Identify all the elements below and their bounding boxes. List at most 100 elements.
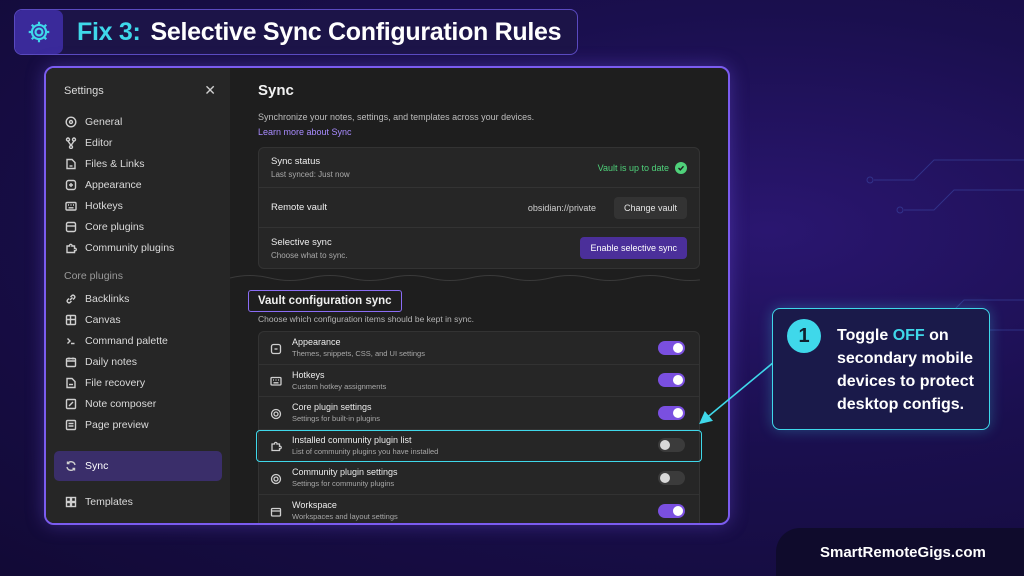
remote-vault-value: obsidian://private (527, 202, 596, 213)
vault-config-description: Choose which configuration items should … (258, 314, 474, 324)
sidebar-item-appearance[interactable]: Appearance (54, 174, 222, 195)
sidebar-item-label: Editor (85, 136, 113, 149)
sidebar-title: Settings (64, 84, 104, 97)
selective-sync-subtitle: Choose what to sync. (271, 250, 348, 260)
callout-highlight: OFF (892, 327, 925, 344)
gear-icon (15, 10, 63, 54)
sidebar-item-canvas[interactable]: Canvas (54, 309, 222, 330)
panel-description: Synchronize your notes, settings, and te… (258, 112, 535, 122)
item-subtitle: Custom hotkey assignments (292, 381, 387, 391)
site-footer: SmartRemoteGigs.com (776, 528, 1024, 576)
appearance-toggle[interactable] (658, 340, 685, 355)
file-recovery-icon (64, 376, 78, 390)
gear-icon (270, 472, 282, 484)
item-subtitle: Settings for community plugins (292, 479, 395, 489)
selective-sync-row: Selective sync Choose what to sync. Enabl… (259, 228, 699, 268)
sidebar-header: Settings ✕ (46, 68, 230, 105)
sync-status-row: Sync status Last synced: Just now Vault i… (259, 148, 699, 188)
sidebar-item-sync[interactable]: Sync (54, 451, 222, 481)
item-title: Installed community plugin list (292, 434, 412, 445)
sidebar-item-hotkeys[interactable]: Hotkeys (54, 195, 222, 216)
list-item: Community plugin settings Settings for co… (259, 462, 699, 495)
tip-callout: 1 Toggle OFF on secondary mobile devices… (772, 308, 990, 430)
vault-config-list: Appearance Themes, snippets, CSS, and UI … (256, 331, 702, 523)
options-nav: General Editor Files & Links Appearance … (46, 111, 230, 258)
selective-sync-title: Selective sync (271, 236, 332, 248)
item-title: Appearance (292, 337, 341, 348)
item-subtitle: List of community plugins you have insta… (292, 446, 439, 456)
sidebar-item-label: Canvas (85, 313, 121, 326)
list-item: Core plugin settings Settings for built-i… (259, 397, 699, 430)
puzzle-icon (64, 241, 78, 255)
community-plugin-settings-toggle[interactable] (658, 470, 685, 485)
sidebar-item-page-preview[interactable]: Page preview (54, 414, 222, 435)
settings-window: Settings ✕ General Editor Files & Links … (44, 66, 730, 525)
sidebar-item-file-recovery[interactable]: File recovery (54, 372, 222, 393)
site-url: SmartRemoteGigs.com (820, 543, 986, 561)
item-subtitle: Settings for built-in plugins (292, 414, 380, 424)
workspace-toggle[interactable] (658, 503, 685, 518)
step-number: 1 (787, 319, 821, 353)
list-item: Hotkeys Custom hotkey assignments (259, 365, 699, 397)
sidebar-item-label: General (85, 115, 123, 128)
item-subtitle: Workspaces and layout settings (292, 512, 398, 522)
canvas-icon (64, 313, 78, 327)
core-plugins-section-label: Core plugins (64, 270, 123, 282)
sidebar-item-label: Community plugins (85, 241, 175, 254)
sidebar-item-templates[interactable]: Templates (54, 491, 222, 512)
preview-icon (64, 418, 78, 432)
sync-status-title: Sync status (271, 156, 321, 167)
backlink-icon (64, 292, 78, 306)
compose-icon (64, 397, 78, 411)
item-title: Community plugin settings (292, 467, 398, 478)
sidebar-item-files-links[interactable]: Files & Links (54, 153, 222, 174)
enable-selective-sync-button[interactable]: Enable selective sync (580, 237, 687, 259)
sidebar-item-note-composer[interactable]: Note composer (54, 393, 222, 414)
vault-config-title: Vault configuration sync (248, 290, 402, 312)
title-text: Selective Sync Configuration Rules (150, 17, 562, 46)
sidebar-item-community-plugins[interactable]: Community plugins (54, 237, 222, 258)
close-icon[interactable]: ✕ (204, 82, 216, 99)
sidebar-item-backlinks[interactable]: Backlinks (54, 288, 222, 309)
file-link-icon (64, 157, 78, 171)
workspace-icon (270, 505, 282, 517)
remote-vault-row: Remote vault obsidian://private Change va… (259, 188, 699, 228)
core-plugin-settings-toggle[interactable] (658, 405, 685, 420)
settings-sidebar: Settings ✕ General Editor Files & Links … (46, 68, 230, 523)
sidebar-item-label: Note composer (85, 397, 157, 410)
change-vault-button[interactable]: Change vault (613, 196, 687, 219)
branch-icon (64, 136, 78, 150)
sidebar-item-label: Daily notes (85, 355, 137, 368)
sync-icon (64, 459, 78, 473)
sidebar-item-label: Templates (85, 495, 133, 508)
callout-text: Toggle OFF on secondary mobile devices t… (837, 324, 987, 416)
learn-more-link[interactable]: Learn more about Sync (258, 127, 352, 137)
item-title: Core plugin settings (292, 402, 372, 413)
hotkeys-toggle[interactable] (658, 373, 685, 388)
status-badge: Vault is up to date (597, 161, 687, 174)
header-banner: Fix 3: Selective Sync Configuration Rules (14, 9, 578, 55)
appearance-icon (270, 342, 282, 354)
puzzle-icon (270, 439, 282, 452)
templates-icon (64, 495, 78, 509)
gear-icon (270, 407, 282, 419)
sidebar-item-general[interactable]: General (54, 111, 222, 132)
status-text: Vault is up to date (597, 162, 669, 173)
sidebar-item-label: Core plugins (85, 220, 144, 233)
circle-check-icon (64, 115, 78, 129)
sidebar-item-command-palette[interactable]: Command palette (54, 330, 222, 351)
sidebar-item-daily-notes[interactable]: Daily notes (54, 351, 222, 372)
keyboard-icon (64, 199, 78, 213)
plug-icon (64, 220, 78, 234)
item-subtitle: Themes, snippets, CSS, and UI settings (292, 349, 425, 359)
terminal-icon (64, 334, 78, 348)
check-icon (675, 161, 687, 174)
panel-title: Sync (258, 82, 294, 99)
sidebar-item-core-plugins[interactable]: Core plugins (54, 216, 222, 237)
sidebar-item-editor[interactable]: Editor (54, 132, 222, 153)
core-plugins-nav: Backlinks Canvas Command palette Daily n… (46, 288, 230, 512)
sync-settings-panel: Sync Synchronize your notes, settings, a… (229, 68, 728, 523)
item-title: Hotkeys (292, 369, 325, 380)
installed-plugin-list-toggle[interactable] (658, 438, 685, 453)
remote-vault-title: Remote vault (271, 202, 327, 213)
